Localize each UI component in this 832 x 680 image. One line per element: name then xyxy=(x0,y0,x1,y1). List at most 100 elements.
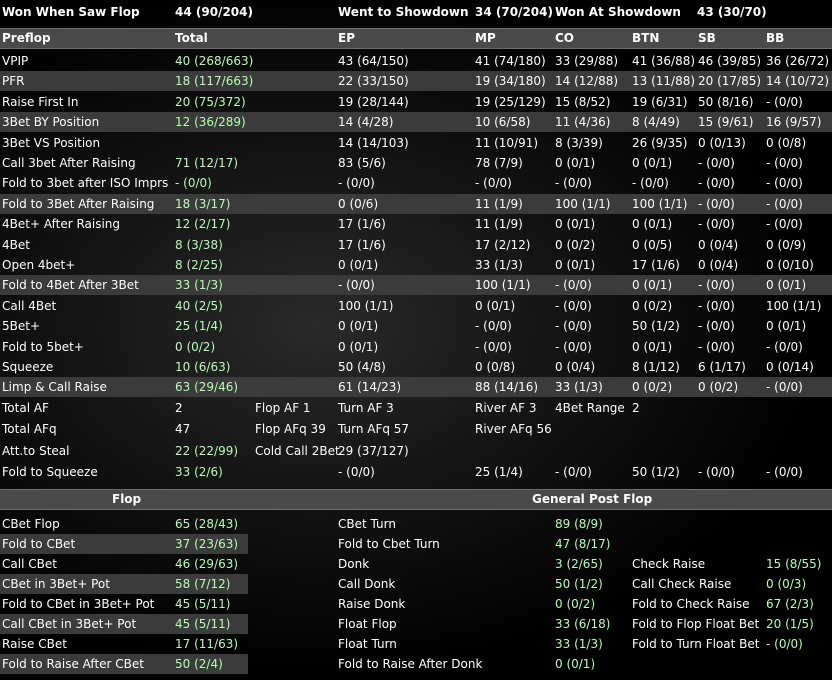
stat-value-co: 0 (0/2) xyxy=(555,238,596,252)
col-btn: BTN xyxy=(632,31,660,45)
preflop-row: Fold to 5bet+ 0 (0/2) 0 (0/1) - (0/0) - (0/0… xyxy=(0,337,832,357)
stat-value-sb: - (0/0) xyxy=(698,278,735,292)
preflop-row: VPIP 40 (268/663) 43 (64/150) 41 (74/180) 33… xyxy=(0,51,832,71)
fold-squeeze-ep: - (0/0) xyxy=(338,465,375,479)
stat-label: 3Bet BY Position xyxy=(2,115,100,129)
flop-stat-value: 65 (28/43) xyxy=(175,517,239,531)
stat-value-bb: - (0/0) xyxy=(766,95,803,109)
col-ep: EP xyxy=(338,31,355,45)
stat-value-mp: 100 (1/1) xyxy=(475,278,531,292)
stat-value-bb: 0 (0/9) xyxy=(766,238,807,252)
right-stat-value: - (0/0) xyxy=(766,637,803,651)
stat-value-sb: 50 (8/16) xyxy=(698,95,754,109)
stat-value-bb: 14 (10/72) xyxy=(766,74,830,88)
showdown-header: Won When Saw Flop 44 (90/204) Went to Sh… xyxy=(0,2,832,22)
flop-stat-label: CBet Flop xyxy=(2,517,60,531)
stat-value-mp: 33 (1/3) xyxy=(475,258,523,272)
att-steal-label: Att.to Steal xyxy=(2,444,70,458)
stat-value-btn: 0 (0/2) xyxy=(632,299,673,313)
stat-value-co: 33 (1/3) xyxy=(555,380,603,394)
fold-squeeze-row: Fold to Squeeze 33 (2/6) - (0/0) 25 (1/4… xyxy=(0,462,832,482)
stat-value-sb: - (0/0) xyxy=(698,217,735,231)
stat-value-btn: 17 (1/6) xyxy=(632,258,680,272)
stat-value-total: - (0/0) xyxy=(175,176,212,190)
preflop-row: 4Bet 8 (3/38) 17 (1/6) 17 (2/12) 0 (0/2) 0 (0… xyxy=(0,235,832,255)
stat-value-bb: - (0/0) xyxy=(766,217,803,231)
right-stat-value: 67 (2/3) xyxy=(766,597,814,611)
stat-value-co: 0 (0/4) xyxy=(555,360,596,374)
stat-value-total: 18 (3/17) xyxy=(175,197,231,211)
fold-squeeze-sb: - (0/0) xyxy=(698,465,735,479)
col-total: Total xyxy=(175,31,208,45)
total-afq-label: Total AFq xyxy=(2,422,57,436)
river-afq: River AFq 56 xyxy=(475,422,552,436)
stat-value-total: 25 (1/4) xyxy=(175,319,223,333)
general-stat-label: Fold to Raise After Donk xyxy=(338,657,483,671)
af-row: Total AF 2 Flop AF 1 Turn AF 3 River AF … xyxy=(0,398,832,418)
stat-value-total: 18 (117/663) xyxy=(175,74,254,88)
stat-value-bb: 0 (0/8) xyxy=(766,136,807,150)
stat-label: Fold to 3bet after ISO Imprs xyxy=(2,176,169,190)
stat-value-btn: 8 (1/12) xyxy=(632,360,680,374)
fold-squeeze-co: - (0/0) xyxy=(555,465,592,479)
stat-value-btn: 0 (0/1) xyxy=(632,156,673,170)
stat-value-total: 12 (36/289) xyxy=(175,115,246,129)
stat-value-bb: 100 (1/1) xyxy=(766,299,822,313)
stat-value-mp: - (0/0) xyxy=(475,319,512,333)
stat-value-sb: - (0/0) xyxy=(698,299,735,313)
stat-value-btn: 0 (0/2) xyxy=(632,380,673,394)
flop-stat-label: CBet in 3Bet+ Pot xyxy=(2,577,110,591)
stat-value-bb: 0 (0/1) xyxy=(766,319,807,333)
stat-value-sb: - (0/0) xyxy=(698,156,735,170)
fourbet-range-value: 2 xyxy=(632,401,640,415)
afq-row: Total AFq 47 Flop AFq 39 Turn AFq 57 Riv… xyxy=(0,419,832,439)
total-afq-value: 47 xyxy=(175,422,191,436)
col-co: CO xyxy=(555,31,575,45)
stat-label: Call 4Bet xyxy=(2,299,57,313)
flop-stat-label: Fold to CBet xyxy=(2,537,76,551)
stat-label: 4Bet+ After Raising xyxy=(2,217,121,231)
fold-squeeze-label: Fold to Squeeze xyxy=(2,465,98,479)
stat-value-mp: 19 (34/180) xyxy=(475,74,546,88)
stat-value-mp: 10 (6/58) xyxy=(475,115,531,129)
stat-label: Fold to 4Bet After 3Bet xyxy=(2,278,139,292)
general-stat-value: 0 (0/1) xyxy=(555,657,596,671)
stat-value-ep: 43 (64/150) xyxy=(338,54,409,68)
total-af-value: 2 xyxy=(175,401,183,415)
stat-value-total: 12 (2/17) xyxy=(175,217,231,231)
stat-value-btn: 13 (11/88) xyxy=(632,74,696,88)
stat-label: Raise First In xyxy=(2,95,79,109)
stat-value-bb: 16 (9/57) xyxy=(766,115,822,129)
stat-value-sb: 0 (0/4) xyxy=(698,238,739,252)
won-at-showdown-label: Won At Showdown xyxy=(555,5,681,19)
general-stat-label: CBet Turn xyxy=(338,517,396,531)
stat-value-total: 63 (29/46) xyxy=(175,380,239,394)
flop-stat-label: Call CBet xyxy=(2,557,57,571)
cold-call-value: 29 (37/127) xyxy=(338,444,409,458)
won-when-saw-flop-value: 44 (90/204) xyxy=(175,5,253,19)
stat-value-btn: 0 (0/5) xyxy=(632,238,673,252)
fold-squeeze-total: 33 (2/6) xyxy=(175,465,223,479)
stat-value-co: 0 (0/1) xyxy=(555,217,596,231)
stat-value-mp: 11 (1/9) xyxy=(475,217,523,231)
general-stat-value: 33 (6/18) xyxy=(555,617,611,631)
general-stat-label: Donk xyxy=(338,557,370,571)
stat-value-mp: 19 (25/129) xyxy=(475,95,546,109)
stat-value-btn: - (0/0) xyxy=(632,176,669,190)
postflop-row: CBet Flop 65 (28/43) CBet Turn 89 (8/9) xyxy=(0,514,832,534)
flop-afq: Flop AFq 39 xyxy=(255,422,326,436)
stat-value-mp: 88 (14/16) xyxy=(475,380,539,394)
stat-value-sb: 46 (39/85) xyxy=(698,54,762,68)
flop-stat-value: 17 (11/63) xyxy=(175,637,239,651)
fold-squeeze-bb: - (0/0) xyxy=(766,465,803,479)
stat-value-btn: 50 (1/2) xyxy=(632,319,680,333)
stat-value-ep: 100 (1/1) xyxy=(338,299,394,313)
stat-value-bb: 0 (0/14) xyxy=(766,360,814,374)
stat-value-total: 33 (1/3) xyxy=(175,278,223,292)
preflop-column-header: Preflop Total EP MP CO BTN SB BB xyxy=(0,28,832,49)
stat-value-mp: 11 (1/9) xyxy=(475,197,523,211)
right-stat-label: Check Raise xyxy=(632,557,706,571)
stat-value-co: 8 (3/39) xyxy=(555,136,603,150)
stat-value-bb: 0 (0/1) xyxy=(766,278,807,292)
won-at-showdown-value: 43 (30/70) xyxy=(697,5,767,19)
